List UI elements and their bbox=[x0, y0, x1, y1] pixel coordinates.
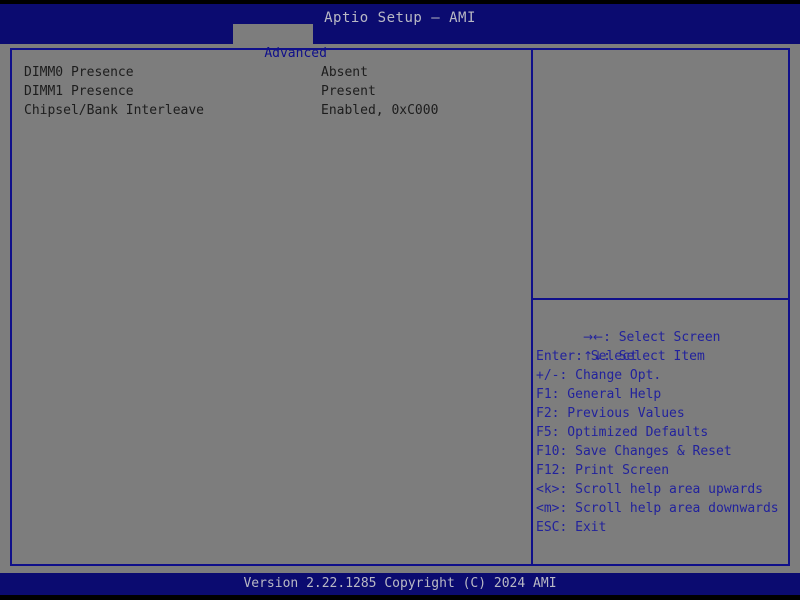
setting-label-chipsel-bank-interleave: Chipsel/Bank Interleave bbox=[24, 101, 204, 120]
page-title: Aptio Setup – AMI bbox=[0, 10, 800, 26]
setting-row-chipsel-bank-interleave[interactable]: Chipsel/Bank Interleave Enabled, 0xC000 bbox=[24, 101, 514, 120]
help-item-previous-values: F2: Previous Values bbox=[536, 404, 788, 423]
bios-setup-screen: Aptio Setup – AMI Advanced DIMM0 Presenc… bbox=[0, 0, 800, 600]
bottom-border-strip bbox=[0, 595, 800, 600]
setting-label-dimm0: DIMM0 Presence bbox=[24, 63, 134, 82]
version-text: Version 2.22.1285 Copyright (C) 2024 AMI bbox=[0, 576, 800, 591]
tab-advanced[interactable]: Advanced bbox=[233, 24, 313, 44]
setting-label-dimm1: DIMM1 Presence bbox=[24, 82, 134, 101]
setting-row-dimm1[interactable]: DIMM1 Presence Present bbox=[24, 82, 514, 101]
help-item-select-screen: →←: Select Screen bbox=[536, 309, 788, 328]
setting-value-dimm0: Absent bbox=[321, 63, 368, 82]
settings-panel bbox=[10, 48, 533, 566]
setting-value-chipsel-bank-interleave: Enabled, 0xC000 bbox=[321, 101, 438, 120]
help-item-scroll-help-up: <k>: Scroll help area upwards bbox=[536, 480, 788, 499]
settings-list: DIMM0 Presence Absent DIMM1 Presence Pre… bbox=[24, 63, 514, 120]
left-right-arrow-icon: →← bbox=[583, 330, 603, 344]
help-item-optimized-defaults: F5: Optimized Defaults bbox=[536, 423, 788, 442]
help-item-general-help: F1: General Help bbox=[536, 385, 788, 404]
title-bar: Aptio Setup – AMI bbox=[0, 4, 800, 44]
setting-row-dimm0[interactable]: DIMM0 Presence Absent bbox=[24, 63, 514, 82]
help-key-legend: →←: Select Screen ↑↓: Select Item Enter:… bbox=[536, 309, 788, 537]
help-item-print-screen: F12: Print Screen bbox=[536, 461, 788, 480]
help-item-esc-exit: ESC: Exit bbox=[536, 518, 788, 537]
help-item-scroll-help-down: <m>: Scroll help area downwards bbox=[536, 499, 788, 518]
help-item-change-opt: +/-: Change Opt. bbox=[536, 366, 788, 385]
help-item-save-changes-reset: F10: Save Changes & Reset bbox=[536, 442, 788, 461]
help-separator bbox=[533, 298, 788, 300]
help-item-select-screen-label: : Select Screen bbox=[603, 330, 720, 345]
footer-bar: Version 2.22.1285 Copyright (C) 2024 AMI bbox=[0, 573, 800, 595]
setting-value-dimm1: Present bbox=[321, 82, 376, 101]
